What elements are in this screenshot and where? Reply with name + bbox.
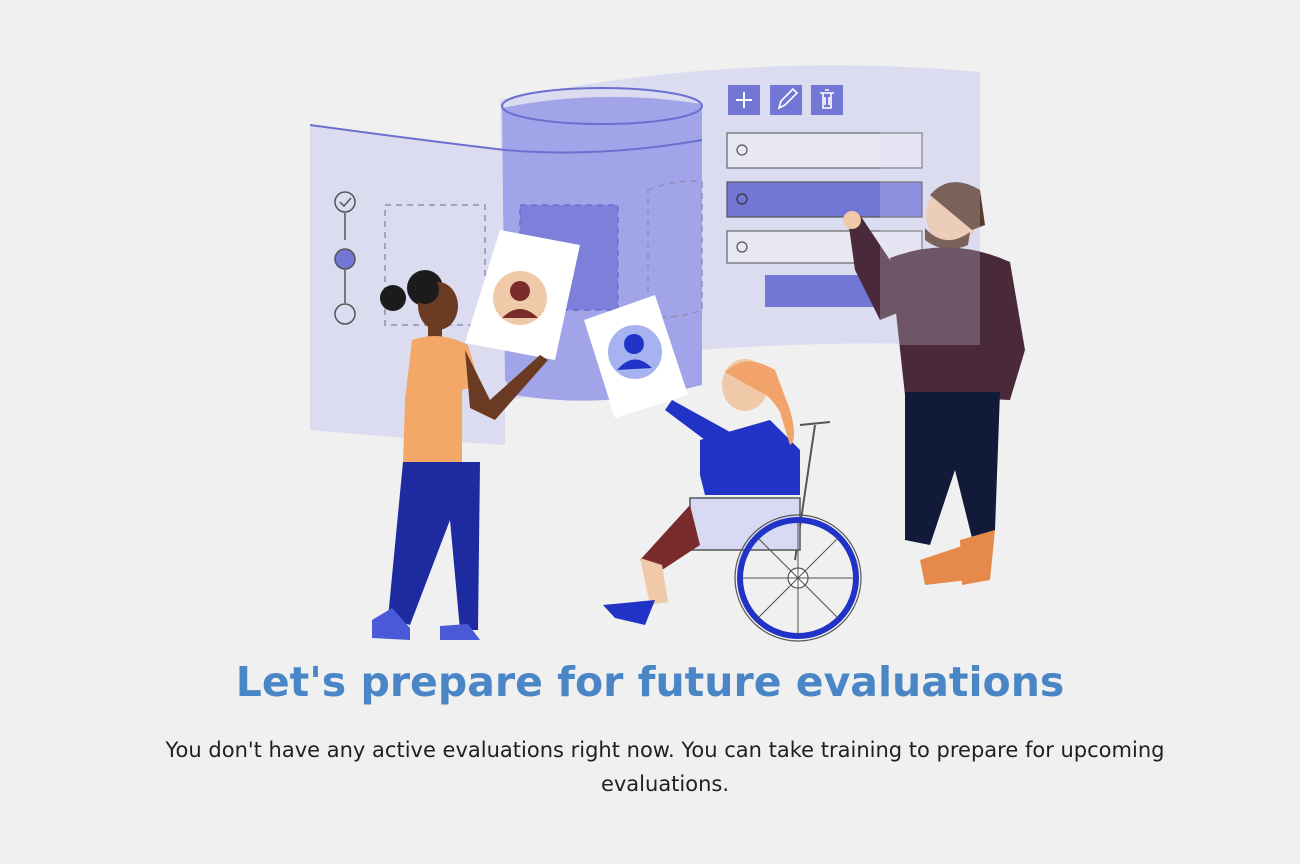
form-submit-bar	[765, 275, 875, 307]
person-icon-blue	[624, 334, 644, 354]
step-current-icon	[334, 248, 356, 270]
page-title: Let's prepare for future evaluations	[235, 658, 1065, 706]
toolbar	[728, 85, 843, 115]
pencil-icon	[770, 85, 802, 115]
person-icon-brown	[510, 281, 530, 301]
evaluations-illustration	[309, 65, 1025, 642]
empty-state-description: You don't have any active evaluations ri…	[165, 738, 1165, 796]
empty-state-page: Let's prepare for future evaluations You…	[0, 0, 1300, 864]
